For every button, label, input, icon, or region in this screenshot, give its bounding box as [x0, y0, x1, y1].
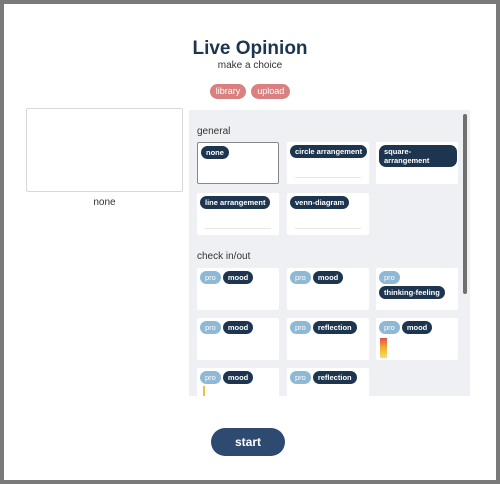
page-title: Live Opinion [192, 38, 308, 59]
template-card-mood[interactable]: pro mood [376, 318, 458, 360]
pro-badge: pro [200, 271, 221, 284]
card-tag: reflection [312, 371, 357, 384]
card-tag: mood [222, 321, 254, 334]
template-card-mood[interactable]: pro mood [197, 268, 279, 310]
template-card-square-arrangement[interactable]: square-arrangement [376, 142, 458, 184]
template-card-line-arrangement[interactable]: line arrangement [197, 193, 279, 235]
preview-label: none [93, 197, 116, 208]
card-tag: mood [222, 271, 254, 284]
color-scale-thumbnail [380, 338, 387, 358]
pro-badge: pro [379, 321, 400, 334]
card-tag: reflection [312, 321, 357, 334]
template-card-mood[interactable]: pro mood [197, 318, 279, 360]
tab-upload[interactable]: upload [251, 84, 291, 99]
card-thumbnail [295, 219, 361, 229]
template-preview [26, 108, 183, 192]
card-tag: circle arrangement [290, 145, 368, 158]
pro-badge: pro [290, 321, 311, 334]
template-card-reflection[interactable]: pro reflection [287, 368, 369, 396]
card-thumbnail [205, 219, 271, 229]
card-tag: venn-diagram [290, 196, 350, 209]
card-thumbnail [295, 168, 361, 178]
card-tag: mood [401, 321, 433, 334]
pro-badge: pro [290, 371, 311, 384]
template-gallery[interactable]: general none circle arrangement square-a… [189, 110, 470, 396]
card-tag: line arrangement [200, 196, 271, 209]
template-card-mood[interactable]: pro mood [197, 368, 279, 396]
source-tabs: library upload [4, 84, 496, 99]
scrollbar-thumb[interactable] [463, 114, 467, 294]
pro-badge: pro [200, 321, 221, 334]
app-window: Live Opinion make a choice library uploa… [4, 4, 496, 480]
section-title-check-in-out: check in/out [197, 251, 251, 262]
section-title-general: general [197, 126, 231, 137]
scrollbar[interactable] [463, 112, 468, 394]
page-subtitle: make a choice [217, 60, 283, 71]
pro-badge: pro [290, 271, 311, 284]
card-tag: thinking-feeling [379, 286, 445, 299]
pro-badge: pro [200, 371, 221, 384]
card-tag: square-arrangement [379, 145, 457, 167]
template-card-venn-diagram[interactable]: venn-diagram [287, 193, 369, 235]
card-tag: mood [312, 271, 344, 284]
card-tag: mood [222, 371, 254, 384]
color-scale-thumbnail [203, 386, 205, 396]
tab-library[interactable]: library [209, 84, 247, 99]
card-tag: none [201, 146, 229, 159]
pro-badge: pro [379, 271, 400, 284]
template-card-circle-arrangement[interactable]: circle arrangement [287, 142, 369, 184]
template-card-none[interactable]: none [197, 142, 279, 184]
template-card-mood[interactable]: pro mood [287, 268, 369, 310]
template-card-thinking-feeling[interactable]: pro thinking-feeling [376, 268, 458, 310]
start-button[interactable]: start [211, 428, 285, 456]
template-card-reflection[interactable]: pro reflection [287, 318, 369, 360]
